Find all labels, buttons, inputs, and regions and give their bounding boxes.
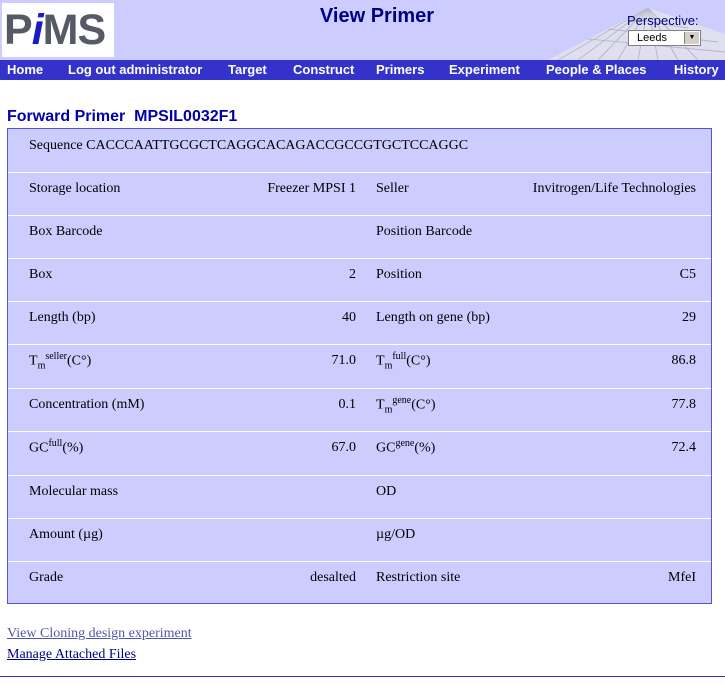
view-cloning-design-link[interactable]: View Cloning design experiment bbox=[7, 626, 192, 642]
perspective-value: Leeds bbox=[637, 32, 667, 44]
storage-location-label: Storage location bbox=[29, 181, 121, 196]
detail-row: GCfull(%) 67.0 GCgene(%) 72.4 bbox=[8, 432, 711, 476]
nav-logout[interactable]: Log out administrator bbox=[68, 62, 202, 77]
logo-text: PiMS bbox=[4, 6, 106, 54]
tm-seller-label: Tmseller(C°) bbox=[29, 351, 92, 372]
grade-value: desalted bbox=[310, 570, 356, 585]
restriction-site-value: MfeI bbox=[668, 570, 696, 585]
gc-full-value: 67.0 bbox=[331, 440, 357, 455]
box-label: Box bbox=[29, 267, 53, 282]
pims-logo[interactable]: PiMS bbox=[2, 3, 114, 57]
detail-row: Concentration (mM) 0.1 Tmgene(C°) 77.8 bbox=[8, 389, 711, 432]
molecular-mass-label: Molecular mass bbox=[29, 484, 119, 499]
seller-value: Invitrogen/Life Technologies bbox=[532, 181, 696, 196]
restriction-site-label: Restriction site bbox=[376, 570, 461, 585]
perspective-select[interactable]: Leeds ▼ bbox=[628, 30, 701, 46]
grade-label: Grade bbox=[29, 570, 64, 585]
position-barcode-label: Position Barcode bbox=[376, 224, 473, 239]
detail-row: Molecular mass OD bbox=[8, 476, 711, 519]
box-value: 2 bbox=[349, 267, 356, 282]
od-label: OD bbox=[376, 484, 397, 499]
detail-row: Grade desalted Restriction site MfeI bbox=[8, 562, 711, 603]
footer-divider bbox=[0, 676, 725, 677]
storage-location-value: Freezer MPSI 1 bbox=[267, 181, 356, 196]
seller-label: Seller bbox=[376, 181, 409, 196]
detail-row: Box 2 Position C5 bbox=[8, 259, 711, 302]
detail-row: Tmseller(C°) 71.0 Tmfull(C°) 86.8 bbox=[8, 345, 711, 389]
position-value: C5 bbox=[679, 267, 696, 282]
amount-label: Amount (µg) bbox=[29, 527, 103, 542]
sequence-row: Sequence CACCCAATTGCGCTCAGGCACAGACCGCCGT… bbox=[8, 129, 711, 173]
length-value: 40 bbox=[342, 310, 356, 325]
sequence-label: Sequence bbox=[29, 138, 83, 153]
detail-row: Box Barcode Position Barcode bbox=[8, 216, 711, 259]
main-nav: Home Log out administrator Target Constr… bbox=[0, 60, 725, 80]
nav-target[interactable]: Target bbox=[228, 62, 267, 77]
detail-row: Amount (µg) µg/OD bbox=[8, 519, 711, 562]
ug-per-od-label: µg/OD bbox=[376, 527, 416, 542]
length-on-gene-value: 29 bbox=[682, 310, 696, 325]
nav-history[interactable]: History bbox=[674, 62, 719, 77]
concentration-label: Concentration (mM) bbox=[29, 397, 145, 412]
gc-full-label: GCfull(%) bbox=[29, 438, 84, 456]
gc-gene-label: GCgene(%) bbox=[376, 438, 436, 456]
position-label: Position bbox=[376, 267, 422, 282]
length-label: Length (bp) bbox=[29, 310, 96, 325]
concentration-value: 0.1 bbox=[338, 397, 357, 412]
tm-full-value: 86.8 bbox=[671, 353, 697, 368]
manage-attached-files-link[interactable]: Manage Attached Files bbox=[7, 647, 136, 663]
detail-row: Length (bp) 40 Length on gene (bp) 29 bbox=[8, 302, 711, 345]
tm-seller-value: 71.0 bbox=[331, 353, 357, 368]
perspective-label: Perspective: bbox=[627, 13, 699, 28]
nav-primers[interactable]: Primers bbox=[376, 62, 424, 77]
nav-construct[interactable]: Construct bbox=[293, 62, 354, 77]
sequence-field: Sequence CACCCAATTGCGCTCAGGCACAGACCGCCGT… bbox=[29, 138, 468, 154]
page-heading: View Primer bbox=[319, 5, 435, 27]
nav-experiment[interactable]: Experiment bbox=[449, 62, 520, 77]
box-barcode-label: Box Barcode bbox=[29, 224, 103, 239]
nav-people-places[interactable]: People & Places bbox=[546, 62, 646, 77]
page-header: PiMS View Primer Perspective: Leeds ▼ bbox=[0, 0, 725, 60]
tm-gene-label: Tmgene(C°) bbox=[376, 395, 436, 416]
tm-gene-value: 77.8 bbox=[671, 397, 697, 412]
primer-title: Forward Primer MPSIL0032F1 bbox=[7, 108, 238, 125]
tm-full-label: Tmfull(C°) bbox=[376, 351, 431, 372]
gc-gene-value: 72.4 bbox=[671, 440, 697, 455]
primer-details-panel: Sequence CACCCAATTGCGCTCAGGCACAGACCGCCGT… bbox=[7, 128, 712, 604]
detail-row: Storage location Freezer MPSI 1 Seller I… bbox=[8, 173, 711, 216]
sequence-value: CACCCAATTGCGCTCAGGCACAGACCGCCGTGCTCCAGGC bbox=[86, 138, 469, 153]
nav-home[interactable]: Home bbox=[7, 62, 43, 77]
chevron-down-icon[interactable]: ▼ bbox=[684, 32, 699, 44]
length-on-gene-label: Length on gene (bp) bbox=[376, 310, 490, 325]
